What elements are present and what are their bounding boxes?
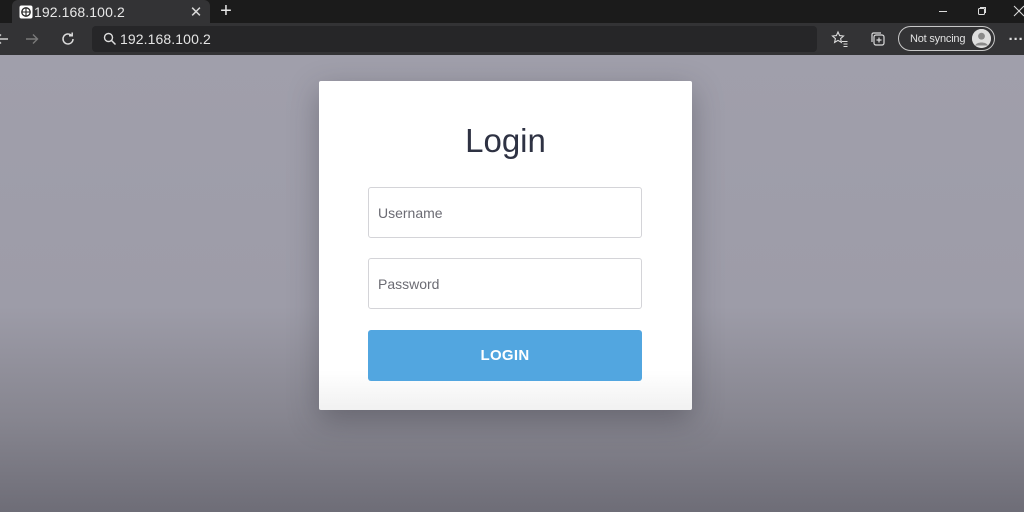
browser-toolbar: 192.168.100.2 Not syncing ··· [0,23,1024,55]
forward-icon[interactable] [20,27,44,51]
more-menu-icon[interactable]: ··· [1004,27,1024,51]
tab-title: 192.168.100.2 [34,3,125,20]
tab-strip: 192.168.100.2 ✕ + [0,0,1024,23]
login-button[interactable]: LOGIN [368,330,642,381]
avatar-icon [972,29,991,48]
collections-icon[interactable] [866,27,890,51]
profile-sync-button[interactable]: Not syncing [898,26,995,51]
page-body: Login LOGIN [0,55,1024,512]
address-url: 192.168.100.2 [120,31,211,47]
restore-icon[interactable] [967,0,997,22]
router-icon [19,5,33,19]
back-icon[interactable] [0,27,14,51]
login-title: Login [465,122,546,159]
new-tab-button[interactable]: + [216,0,236,22]
username-input[interactable] [368,187,642,238]
close-tab-icon[interactable]: ✕ [187,3,205,21]
login-card: Login LOGIN [319,81,692,410]
browser-tab[interactable]: 192.168.100.2 ✕ [12,0,210,23]
address-bar[interactable]: 192.168.100.2 [92,26,817,52]
password-input[interactable] [368,258,642,309]
close-window-icon[interactable] [1004,0,1024,22]
sync-status: Not syncing [910,32,966,45]
favorites-icon[interactable] [828,27,852,51]
search-icon [102,31,118,47]
minimize-icon[interactable] [928,0,958,22]
refresh-icon[interactable] [56,27,80,51]
